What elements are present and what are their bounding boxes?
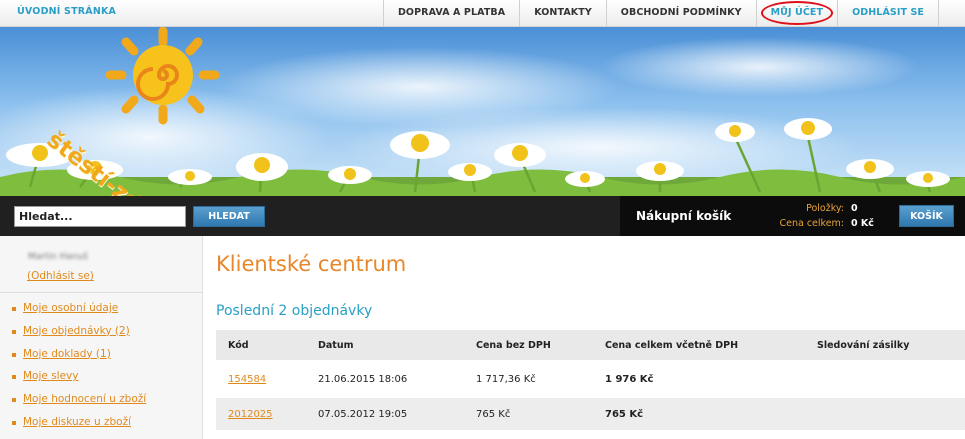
sidebar-link[interactable]: Moje doklady (1) — [23, 348, 111, 360]
column-header-datum: Datum — [306, 330, 464, 360]
table-row: 2012025 07.05.2012 19:05 765 Kč 765 Kč — [216, 398, 965, 430]
sidebar-item-slevy: Moje slevy — [12, 370, 146, 393]
orders-table: Kód Datum Cena bez DPH Cena celkem včetn… — [216, 330, 965, 430]
bullet-icon — [12, 375, 16, 380]
sidebar: Martin Hanuš (Odhlásit se) Moje osobní ú… — [0, 236, 203, 439]
sidebar-link[interactable]: Moje objednávky (2) — [23, 325, 130, 337]
order-total-price: 765 Kč — [593, 398, 805, 430]
bullet-icon — [12, 420, 16, 425]
bullet-icon — [12, 307, 16, 311]
sidebar-link[interactable]: Moje osobní údaje — [23, 302, 118, 314]
account-menu: Moje osobní údaje Moje objednávky (2) Mo… — [12, 302, 146, 439]
sidebar-item-objednavky: Moje objednávky (2) — [12, 325, 146, 348]
order-code-link[interactable]: 154584 — [228, 374, 266, 385]
column-header-cena-celkem: Cena celkem včetně DPH — [593, 330, 805, 360]
cart-total-label: Cena celkem: — [779, 218, 844, 229]
bullet-icon — [12, 398, 16, 403]
order-date: 07.05.2012 19:05 — [306, 398, 464, 430]
sidebar-item-diskuze: Moje diskuze u zboží — [12, 416, 146, 439]
sidebar-link[interactable]: Moje slevy — [23, 370, 78, 382]
top-navigation: ÚVODNÍ STRÁNKA DOPRAVA A PLATBA KONTAKTY… — [0, 0, 965, 27]
sidebar-item-osobni-udaje: Moje osobní údaje — [12, 302, 146, 325]
search-input[interactable] — [14, 206, 186, 227]
sidebar-item-doklady: Moje doklady (1) — [12, 348, 146, 371]
order-tracking — [805, 398, 965, 430]
home-link[interactable]: ÚVODNÍ STRÁNKA — [17, 6, 116, 17]
column-header-cena-bez-dph: Cena bez DPH — [464, 330, 593, 360]
order-code-link[interactable]: 2012025 — [228, 409, 273, 420]
bullet-icon — [12, 329, 16, 334]
cart-title: Nákupní košík — [636, 209, 732, 223]
sidebar-link[interactable]: Moje diskuze u zboží — [23, 416, 131, 428]
cart-items-label: Položky: — [806, 203, 844, 214]
column-header-kod: Kód — [216, 330, 306, 360]
bullet-icon — [12, 352, 16, 357]
cart-total-value: 0 Kč — [851, 218, 874, 229]
sidebar-divider — [0, 292, 202, 293]
sidebar-link[interactable]: Moje hodnocení u zboží — [23, 393, 146, 405]
user-name: Martin Hanuš — [28, 252, 88, 262]
top-menu: DOPRAVA A PLATBA KONTAKTY OBCHODNÍ PODMÍ… — [382, 0, 939, 26]
cart-button[interactable]: KOŠÍK — [899, 205, 954, 227]
order-net-price: 765 Kč — [464, 398, 593, 430]
banner-illustration — [0, 27, 965, 196]
nav-odhlasit-se[interactable]: ODHLÁSIT SE — [837, 0, 939, 26]
nav-kontakty[interactable]: KONTAKTY — [519, 0, 606, 26]
search-bar: HLEDAT — [0, 196, 620, 236]
table-header-row: Kód Datum Cena bez DPH Cena celkem včetn… — [216, 330, 965, 360]
sun-logo-icon — [105, 27, 220, 125]
cart-items-value: 0 — [851, 203, 858, 214]
nav-obchodni-podminky[interactable]: OBCHODNÍ PODMÍNKY — [605, 0, 756, 26]
order-date: 21.06.2015 18:06 — [318, 373, 408, 385]
section-title: Poslední 2 objednávky — [216, 303, 373, 319]
order-total-price: 1 976 Kč — [605, 373, 654, 385]
order-net-price: 1 717,36 Kč — [476, 373, 536, 385]
search-button[interactable]: HLEDAT — [193, 206, 265, 227]
sidebar-logout-link[interactable]: (Odhlásit se) — [27, 270, 94, 282]
nav-muj-ucet[interactable]: MŮJ ÚČET — [755, 0, 837, 26]
table-row: 154584 21.06.2015 18:06 1 717,36 Kč 1 97… — [216, 363, 965, 395]
order-tracking — [805, 363, 965, 395]
column-header-sledovani: Sledování zásilky — [805, 330, 965, 360]
page-title: Klientské centrum — [216, 252, 407, 276]
header-banner: štěstí-zdraví.cz — [0, 27, 965, 196]
shopping-cart: Nákupní košík Položky: 0 Cena celkem: 0 … — [620, 196, 965, 236]
nav-doprava-a-platba[interactable]: DOPRAVA A PLATBA — [382, 0, 519, 26]
sidebar-item-hodnoceni: Moje hodnocení u zboží — [12, 393, 146, 416]
